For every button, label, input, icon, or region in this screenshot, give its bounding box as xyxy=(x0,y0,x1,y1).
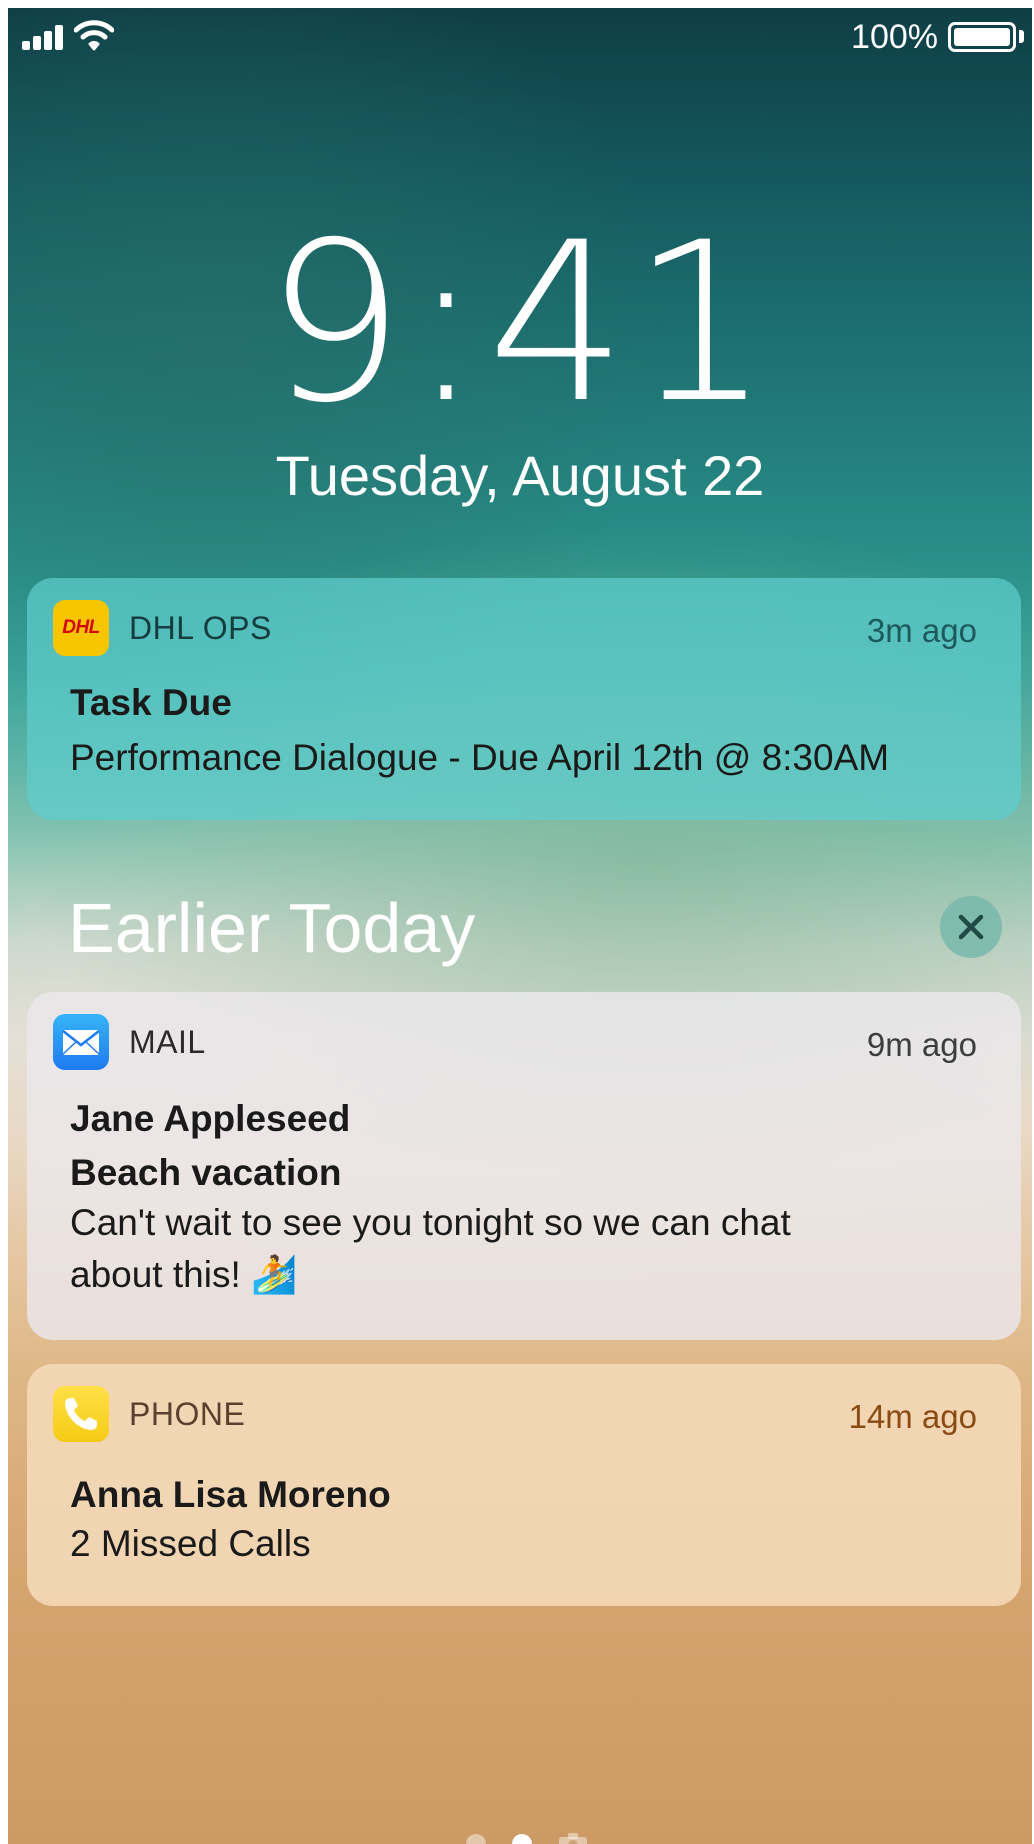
phone-handset-icon xyxy=(65,1398,97,1430)
notification-app-name: MAIL xyxy=(129,1024,206,1060)
status-bar: 100% xyxy=(8,8,1032,68)
notification-body-line-2: about this! 🏄 xyxy=(70,1254,298,1295)
notification-time: 14m ago xyxy=(848,1398,977,1435)
close-icon xyxy=(958,914,984,940)
wifi-icon xyxy=(74,20,114,51)
notification-title: Task Due xyxy=(70,682,232,723)
envelope-icon xyxy=(62,1030,100,1055)
lock-screen-clock: 9:41 xyxy=(264,195,776,451)
battery-level-fill xyxy=(954,28,1010,46)
notification-app-name: DHL OPS xyxy=(129,610,272,646)
mail-app-icon xyxy=(53,1014,109,1070)
notification-header: MAIL 9m ago xyxy=(53,1014,995,1070)
clear-notifications-button[interactable] xyxy=(940,896,1002,958)
page-dot-2-current[interactable] xyxy=(512,1834,532,1844)
page-dot-1[interactable] xyxy=(466,1834,486,1844)
notification-body: Performance Dialogue - Due April 12th @ … xyxy=(70,737,890,778)
battery-tip xyxy=(1019,30,1024,43)
battery-icon xyxy=(948,22,1016,52)
dhl-logo-text: DHL xyxy=(62,617,100,638)
section-title-earlier-today: Earlier Today xyxy=(68,889,476,967)
notification-app-name: PHONE xyxy=(129,1396,246,1432)
camera-icon[interactable] xyxy=(558,1832,588,1844)
notification-title: Anna Lisa Moreno xyxy=(70,1474,391,1515)
notification-body: 2 Missed Calls xyxy=(70,1523,311,1564)
lock-screen-date: Tuesday, August 22 xyxy=(275,444,765,507)
notification-dhl-ops[interactable]: DHL DHL OPS 3m ago Task Due Performance … xyxy=(27,578,1021,820)
dhl-app-icon: DHL xyxy=(53,600,109,656)
notification-subject: Beach vacation xyxy=(70,1152,342,1193)
page-indicator[interactable] xyxy=(8,1830,1032,1844)
notification-header: PHONE 14m ago xyxy=(53,1386,995,1442)
notification-time: 9m ago xyxy=(866,1026,977,1063)
notification-phone[interactable]: PHONE 14m ago Anna Lisa Moreno 2 Missed … xyxy=(27,1364,1021,1606)
notification-header: DHL DHL OPS 3m ago xyxy=(53,600,995,656)
phone-app-icon xyxy=(53,1386,109,1442)
cellular-signal-icon xyxy=(22,24,66,50)
notification-time: 3m ago xyxy=(866,612,977,649)
notification-mail[interactable]: MAIL 9m ago Jane Appleseed Beach vacatio… xyxy=(27,992,1021,1340)
battery-percentage: 100% xyxy=(851,18,938,56)
lock-screen: 100% 9:41 Tuesday, August 22 DHL DHL OPS… xyxy=(8,8,1032,1844)
notification-sender: Jane Appleseed xyxy=(70,1098,351,1139)
notification-body-line-1: Can't wait to see you tonight so we can … xyxy=(70,1202,791,1243)
